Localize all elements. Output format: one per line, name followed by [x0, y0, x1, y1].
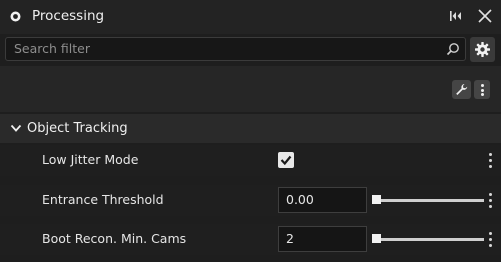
search-placeholder: Search filter	[14, 41, 90, 56]
row-options-icon[interactable]	[489, 153, 493, 169]
low-jitter-checkbox[interactable]	[278, 152, 294, 168]
search-icon[interactable]	[446, 42, 460, 56]
row-options-icon[interactable]	[489, 232, 493, 248]
toolbar	[0, 66, 501, 112]
section-title: Object Tracking	[27, 121, 128, 136]
boot-recon-min-cams-slider-track[interactable]	[372, 238, 484, 241]
collapse-left-icon[interactable]	[449, 9, 463, 23]
title-bar: Processing	[0, 0, 501, 34]
property-row-boot-recon-min-cams: Boot Recon. Min. Cams 2	[0, 224, 501, 255]
property-row-entrance-threshold: Entrance Threshold 0.00	[0, 185, 501, 216]
property-row-low-jitter-mode: Low Jitter Mode	[0, 145, 501, 176]
entrance-threshold-slider-handle[interactable]	[372, 195, 381, 204]
boot-recon-min-cams-value: 2	[286, 231, 294, 246]
radio-dot-icon	[10, 11, 21, 22]
filter-settings-button[interactable]	[470, 37, 495, 62]
close-icon[interactable]	[477, 8, 493, 24]
property-label: Entrance Threshold	[42, 192, 164, 207]
entrance-threshold-input[interactable]: 0.00	[278, 187, 367, 213]
property-label: Boot Recon. Min. Cams	[42, 231, 187, 246]
search-input[interactable]: Search filter	[5, 37, 466, 61]
wrench-button[interactable]	[452, 80, 471, 99]
entrance-threshold-slider-track[interactable]	[372, 199, 484, 202]
checkmark-icon	[280, 155, 292, 166]
chevron-down-icon	[10, 124, 22, 132]
more-options-button[interactable]	[474, 80, 490, 99]
section-header-object-tracking[interactable]: Object Tracking	[0, 114, 501, 143]
property-label: Low Jitter Mode	[42, 152, 139, 167]
entrance-threshold-value: 0.00	[286, 192, 314, 207]
gear-icon	[475, 42, 490, 57]
vertical-dots-icon	[480, 84, 484, 96]
wrench-icon	[456, 84, 468, 95]
row-options-icon[interactable]	[489, 193, 493, 209]
panel-title: Processing	[32, 8, 105, 24]
boot-recon-min-cams-slider-handle[interactable]	[372, 234, 381, 243]
boot-recon-min-cams-input[interactable]: 2	[278, 226, 367, 252]
